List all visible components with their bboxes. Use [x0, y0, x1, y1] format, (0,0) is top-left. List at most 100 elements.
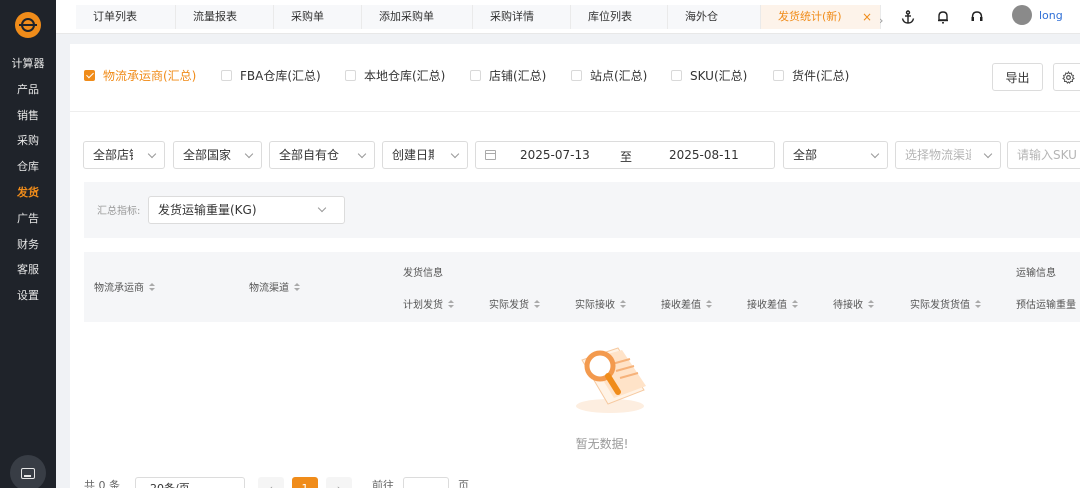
next-page-button[interactable]: › [326, 477, 352, 488]
status-select-value: 全部 [793, 148, 818, 162]
store-select-value: 全部店铺 [93, 148, 133, 162]
status-select[interactable]: 全部 [783, 141, 888, 169]
column-header-label: 接收差值 [661, 300, 701, 311]
date-start[interactable]: 2025-07-13 [520, 148, 590, 162]
sidebar-item-customer-service[interactable]: 客服 [0, 257, 56, 283]
aggregate-options: 物流承运商(汇总) FBA仓库(汇总) 本地仓库(汇总) 店铺(汇总) 站点(汇… [70, 44, 1080, 112]
column-header-planned-shipped[interactable]: 计划发货 [403, 296, 454, 311]
column-header-label: 物流承运商 [94, 283, 144, 294]
sidebar-item-shipping[interactable]: 发货 [0, 180, 56, 206]
prev-page-button[interactable]: ‹ [258, 477, 284, 488]
checkbox-sku-summary[interactable]: SKU(汇总) [671, 67, 747, 84]
logistics-channel-select[interactable]: 选择物流渠道 [895, 141, 1001, 169]
sort-icon [448, 300, 454, 309]
store-select[interactable]: 全部店铺 [83, 141, 165, 169]
checkbox-label: 站点(汇总) [590, 69, 648, 83]
sort-icon [294, 283, 300, 292]
checkbox-box [671, 70, 682, 81]
tab-shipping-stats[interactable]: 发货统计(新) × [761, 5, 881, 29]
goto-page-input[interactable] [403, 477, 449, 488]
checkbox-store-summary[interactable]: 店铺(汇总) [470, 67, 546, 84]
column-header-receive-diff[interactable]: 接收差值 [661, 296, 712, 311]
tab-purchase-order[interactable]: 采购单 [274, 5, 362, 29]
sidebar-item-settings[interactable]: 设置 [0, 283, 56, 309]
top-bar: ‹ 订单列表 流量报表 采购单 添加采购单 采购详情 库位列表 海外仓 发货统计… [56, 0, 1080, 34]
column-header-pending-receive[interactable]: 待接收 [833, 296, 874, 311]
checkbox-label: FBA仓库(汇总) [240, 69, 321, 83]
chevron-down-icon [450, 149, 460, 159]
date-range-picker[interactable]: 2025-07-13 至 2025-08-11 [475, 141, 775, 169]
sidebar-item-products[interactable]: 产品 [0, 77, 56, 103]
column-header-actual-shipped-value[interactable]: 实际发货货值 [910, 296, 981, 311]
checkbox-shipment-summary[interactable]: 货件(汇总) [773, 67, 849, 84]
column-header-label: 实际发货货值 [910, 300, 970, 311]
column-header-label: 待接收 [833, 300, 863, 311]
column-header-estimated-weight[interactable]: 预估运输重量 [1016, 296, 1076, 311]
checkbox-carrier-summary[interactable]: 物流承运商(汇总) [84, 67, 196, 84]
empty-search-illustration-icon [576, 347, 646, 413]
country-select-value: 全部国家 [183, 148, 232, 162]
column-header-carrier[interactable]: 物流承运商 [94, 279, 155, 294]
avatar[interactable] [1012, 5, 1032, 25]
tab-traffic-report[interactable]: 流量报表 [176, 5, 274, 29]
checkbox-fba-warehouse-summary[interactable]: FBA仓库(汇总) [221, 67, 321, 84]
chevron-down-icon [244, 149, 254, 159]
tab-location-list[interactable]: 库位列表 [571, 5, 668, 29]
country-select[interactable]: 全部国家 [173, 141, 262, 169]
column-group-shipping-info: 发货信息 [403, 268, 443, 279]
date-type-select[interactable]: 创建日期 [382, 141, 468, 169]
pagination: 共 0 条 20条/页 ‹ 1 › 前往 页 [70, 474, 1080, 488]
checkbox-box [571, 70, 582, 81]
sidebar-item-ads[interactable]: 广告 [0, 206, 56, 232]
checkbox-box [84, 70, 95, 81]
column-header-actual-received[interactable]: 实际接收 [575, 296, 626, 311]
sidebar-item-purchasing[interactable]: 采购 [0, 128, 56, 154]
sidebar-item-calculator[interactable]: 计算器 [0, 51, 56, 77]
date-end[interactable]: 2025-08-11 [669, 148, 739, 162]
tab-add-purchase-order[interactable]: 添加采购单 [362, 5, 473, 29]
checkbox-label: 货件(汇总) [792, 69, 850, 83]
sort-icon [534, 300, 540, 309]
monitor-icon[interactable] [10, 455, 46, 488]
tab-purchase-detail[interactable]: 采购详情 [473, 5, 571, 29]
filter-bar: 全部店铺 全部国家 全部自有仓 创建日期 2025-07-13 至 2025-0… [70, 141, 1080, 169]
anchor-icon[interactable] [899, 8, 917, 26]
table-header: 物流承运商 物流渠道 发货信息 运输信息 计划发货 实际发货 实际接收 接收差值… [84, 252, 1080, 322]
column-header-actual-shipped[interactable]: 实际发货 [489, 296, 540, 311]
column-header-receive-diff-2[interactable]: 接收差值 [747, 296, 798, 311]
empty-state: 暂无数据! [70, 322, 1080, 457]
app-logo-icon[interactable] [15, 12, 41, 38]
column-header-channel[interactable]: 物流渠道 [249, 279, 300, 294]
sku-search-input[interactable] [1007, 141, 1080, 169]
checkbox-local-warehouse-summary[interactable]: 本地仓库(汇总) [345, 67, 445, 84]
column-header-label: 实际发货 [489, 300, 529, 311]
sidebar-item-warehouse[interactable]: 仓库 [0, 154, 56, 180]
checkbox-label: 本地仓库(汇总) [364, 69, 446, 83]
tab-label: 发货统计(新) [778, 10, 842, 23]
tabs-next-icon[interactable]: › [879, 14, 883, 27]
tab-order-list[interactable]: 订单列表 [76, 5, 176, 29]
sort-icon [706, 300, 712, 309]
page-button-current[interactable]: 1 [292, 477, 318, 488]
sort-icon [620, 300, 626, 309]
close-icon[interactable]: × [862, 5, 872, 29]
export-button[interactable]: 导出 [992, 63, 1043, 91]
warehouse-select[interactable]: 全部自有仓 [269, 141, 375, 169]
page-size-select[interactable]: 20条/页 [135, 477, 245, 488]
date-type-select-value: 创建日期 [392, 148, 434, 162]
summary-metric-select[interactable]: 发货运输重量(KG) [148, 196, 345, 224]
main-panel: 物流承运商(汇总) FBA仓库(汇总) 本地仓库(汇总) 店铺(汇总) 站点(汇… [70, 44, 1080, 488]
sidebar-item-sales[interactable]: 销售 [0, 103, 56, 129]
gear-icon[interactable] [1053, 63, 1080, 91]
calendar-icon [485, 150, 496, 160]
chevron-down-icon [357, 149, 367, 159]
tab-overseas-warehouse[interactable]: 海外仓 [668, 5, 761, 29]
headset-icon[interactable] [968, 8, 986, 26]
checkbox-site-summary[interactable]: 站点(汇总) [571, 67, 647, 84]
sort-icon [792, 300, 798, 309]
bell-icon[interactable] [934, 8, 952, 26]
sidebar-item-finance[interactable]: 财务 [0, 232, 56, 258]
tab-strip: 订单列表 流量报表 采购单 添加采购单 采购详情 库位列表 海外仓 发货统计(新… [76, 5, 881, 29]
column-header-label: 预估运输重量 [1016, 300, 1076, 311]
user-name[interactable]: long [1039, 9, 1063, 22]
